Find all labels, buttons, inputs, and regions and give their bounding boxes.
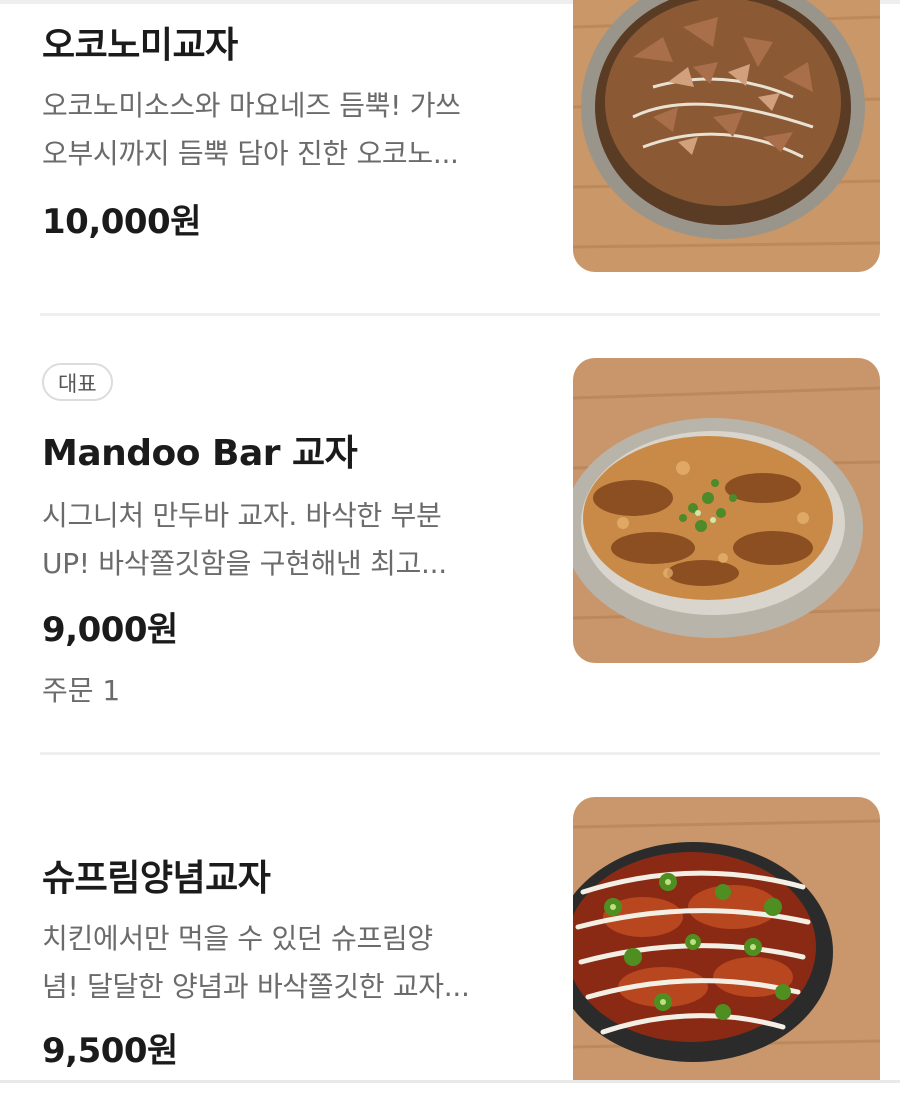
menu-item-price: 9,000원 <box>42 610 178 650</box>
supreme-yangnyeom-gyoza-photo <box>573 797 880 1080</box>
menu-item-mandoo-bar[interactable]: 대표 Mandoo Bar 교자 시그니처 만두바 교자. 바삭한 부분 UP!… <box>0 316 900 752</box>
menu-item-okonomi[interactable]: 오코노미교자 오코노미소스와 마요네즈 듬뿍! 가쓰 오부시까지 듬뿍 담아 진… <box>0 0 900 316</box>
okonomi-gyoza-photo <box>573 0 880 272</box>
menu-item-price: 9,500원 <box>42 1031 178 1071</box>
menu-item-name: 슈프림양념교자 <box>42 858 271 899</box>
menu-item-description: 시그니처 만두바 교자. 바삭한 부분 UP! 바삭쫄깃함을 구현해낸 최고..… <box>42 499 447 580</box>
order-count: 주문 1 <box>42 674 121 707</box>
menu-item-description: 오코노미소스와 마요네즈 듬뿍! 가쓰 오부시까지 듬뿍 담아 진한 오코노..… <box>42 89 461 170</box>
menu-item-supreme-yangnyeom[interactable]: 슈프림양념교자 치킨에서만 먹을 수 있던 슈프림양 념! 달달한 양념과 바삭… <box>0 755 900 1080</box>
menu-item-name: Mandoo Bar 교자 <box>42 433 358 474</box>
menu-item-name: 오코노미교자 <box>42 25 238 66</box>
menu-item-description: 치킨에서만 먹을 수 있던 슈프림양 념! 달달한 양념과 바삭쫄깃한 교자..… <box>42 922 470 1003</box>
bottom-separator <box>0 1080 900 1083</box>
menu-item-price: 10,000원 <box>42 202 201 242</box>
mandoo-bar-gyoza-photo <box>573 358 880 663</box>
signature-badge: 대표 <box>42 363 113 401</box>
